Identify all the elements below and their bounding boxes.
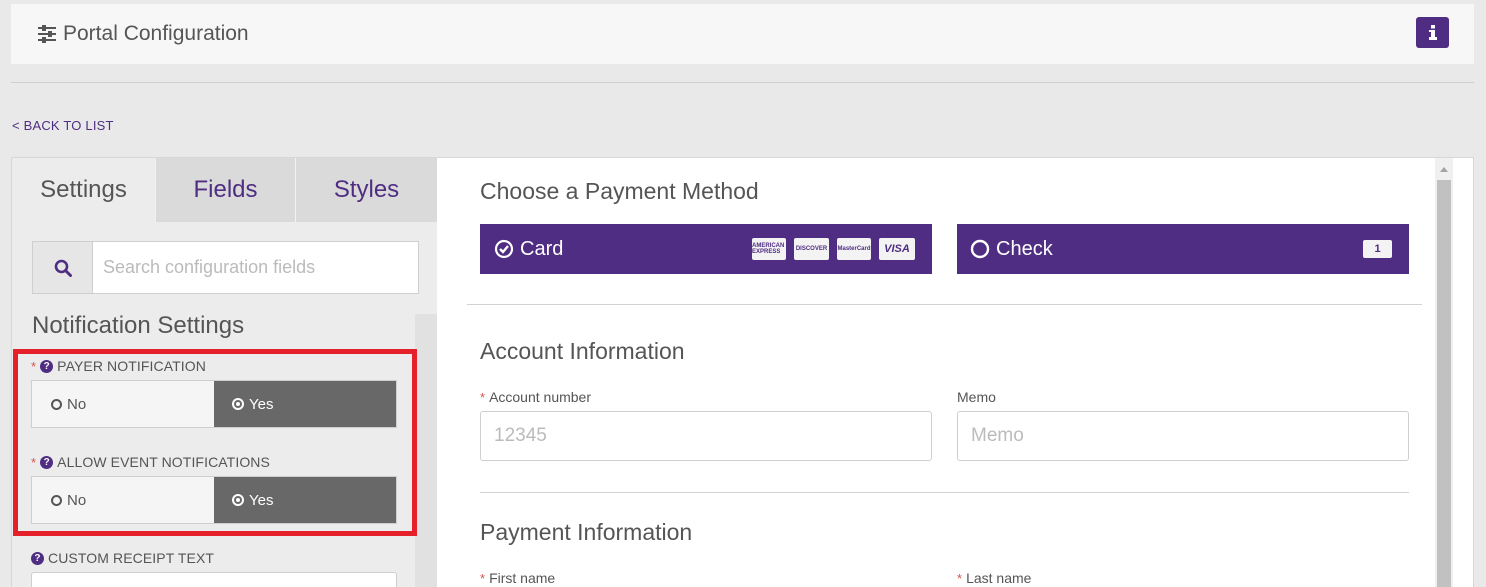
required-marker: * [480,570,486,586]
discover-icon: DISCOVER [794,238,829,260]
last-name-text: Last name [966,570,1032,586]
account-number-input[interactable] [480,411,932,461]
header-divider [11,82,1474,83]
page-header: Portal Configuration [11,4,1474,64]
scroll-up-arrow-icon[interactable] [1440,167,1448,172]
payment-method-title: Choose a Payment Method [480,178,759,204]
custom-receipt-text-input[interactable] [31,572,397,587]
custom-receipt-text-text: CUSTOM RECEIPT TEXT [48,550,215,566]
last-name-label: * Last name [957,570,1031,586]
check-method-button[interactable]: Check 1 [957,224,1409,274]
highlight-box [13,349,417,536]
help-icon[interactable]: ? [31,551,44,565]
info-button[interactable] [1416,17,1449,48]
mastercard-icon: MasterCard [837,238,871,260]
section-divider [467,304,1422,305]
section-title: Notification Settings [32,312,245,339]
card-logos: AMERICAN EXPRESS DISCOVER MasterCard VIS… [752,238,915,260]
required-marker: * [480,389,486,405]
account-number-label: * Account number [480,389,591,405]
back-to-list-link[interactable]: < BACK TO LIST [12,118,114,133]
search-button[interactable] [33,242,93,293]
payment-information-title: Payment Information [480,519,693,545]
radio-empty-icon [970,239,990,259]
scrollbar-thumb[interactable] [1437,180,1451,587]
first-name-label: * First name [480,570,555,586]
config-tabs: Settings Fields Styles [12,158,437,222]
settings-scrollbar[interactable] [415,314,437,587]
check-method-label: Check [996,237,1053,260]
first-name-text: First name [489,570,556,586]
card-method-label: Card [520,237,564,260]
page-title: Portal Configuration [37,22,249,46]
tab-styles[interactable]: Styles [295,158,437,222]
custom-receipt-text-label: ? CUSTOM RECEIPT TEXT [31,550,214,566]
account-information-title: Account Information [480,338,685,364]
account-number-text: Account number [489,389,592,405]
visa-icon: VISA [879,238,915,260]
portal-preview: Choose a Payment Method Card AMERICAN EX… [437,157,1474,587]
memo-input[interactable] [957,411,1409,461]
search-input[interactable] [93,242,418,293]
page-title-text: Portal Configuration [63,22,249,45]
info-icon [1428,25,1437,40]
card-method-button[interactable]: Card AMERICAN EXPRESS DISCOVER MasterCar… [480,224,932,274]
memo-text: Memo [957,389,996,405]
search-bar [32,241,419,294]
preview-scrollbar[interactable] [1435,158,1453,587]
memo-label: Memo [957,389,996,405]
search-icon [54,259,72,277]
tab-settings[interactable]: Settings [12,158,155,222]
sliders-icon [38,25,56,43]
section-divider [480,492,1409,493]
required-marker: * [957,570,963,586]
amex-icon: AMERICAN EXPRESS [752,238,786,260]
tab-fields[interactable]: Fields [155,158,295,222]
check-circle-icon [494,239,514,259]
money-bill-icon: 1 [1363,240,1392,258]
